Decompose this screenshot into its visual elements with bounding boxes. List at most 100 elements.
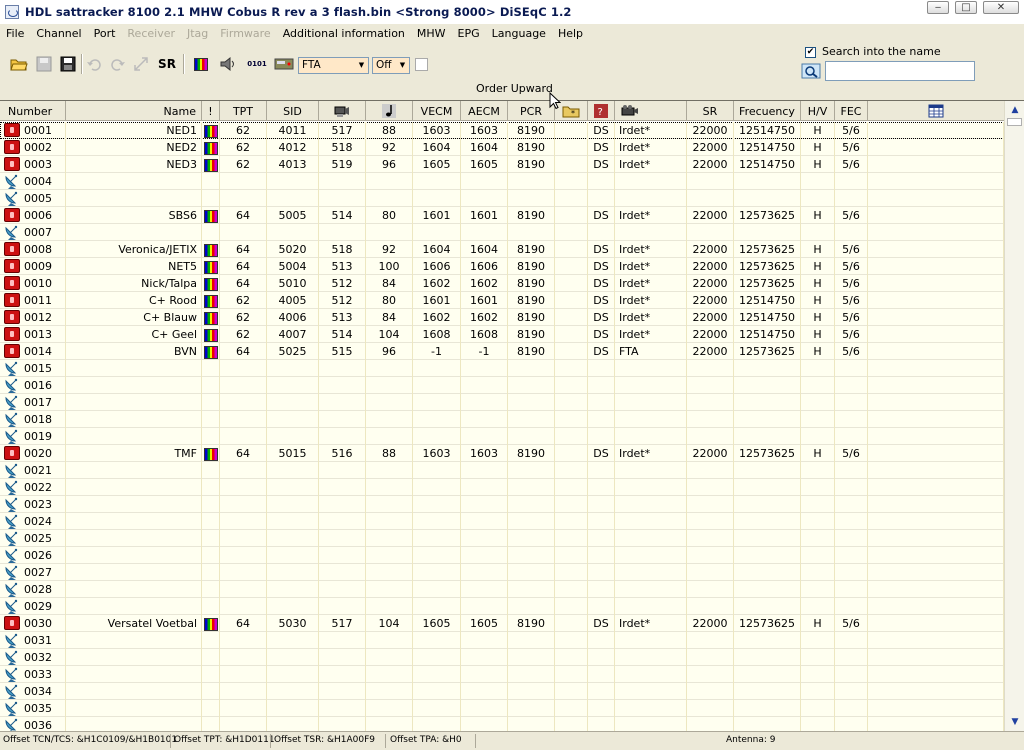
- table-row[interactable]: 0025: [0, 530, 1004, 547]
- column-header-extra[interactable]: [868, 101, 1004, 121]
- column-header-sid[interactable]: SID: [267, 101, 319, 121]
- off-select[interactable]: Off ▼: [372, 57, 410, 74]
- table-row[interactable]: 0020 TMF 64 5015 516 88 1603 1603 8190 DS Irdet* 22…: [0, 445, 1004, 462]
- table-row[interactable]: 0027: [0, 564, 1004, 581]
- table-row[interactable]: 0016: [0, 377, 1004, 394]
- column-header-audio[interactable]: [366, 101, 413, 121]
- channel-number: 0028: [0, 581, 66, 598]
- table-row[interactable]: 0002 NED2 62 4012 518 92 1604 1604 8190 DS Irdet* 2…: [0, 139, 1004, 156]
- column-header-sr[interactable]: SR: [687, 101, 734, 121]
- undo-button[interactable]: [83, 53, 105, 75]
- column-header-video[interactable]: [319, 101, 366, 121]
- menu-port[interactable]: Port: [88, 27, 122, 40]
- menu-firmware[interactable]: Firmware: [214, 27, 276, 40]
- close-button[interactable]: ✕: [983, 1, 1019, 14]
- table-row[interactable]: 0028: [0, 581, 1004, 598]
- table-row[interactable]: 0018: [0, 411, 1004, 428]
- column-header-flag[interactable]: !: [202, 101, 220, 121]
- column-header-number[interactable]: Number: [0, 101, 66, 121]
- table-row[interactable]: 0010 Nick/Talpa 64 5010 512 84 1602 1602 8190 DS I…: [0, 275, 1004, 292]
- scroll-thumb[interactable]: [1007, 118, 1022, 126]
- table-row[interactable]: 0017: [0, 394, 1004, 411]
- save-button[interactable]: [57, 53, 79, 75]
- search-button[interactable]: [800, 63, 822, 79]
- table-row[interactable]: 0015: [0, 360, 1004, 377]
- table-row[interactable]: 0022: [0, 479, 1004, 496]
- vertical-scrollbar[interactable]: ▲ ▼: [1004, 101, 1024, 732]
- search-input[interactable]: [825, 61, 975, 81]
- table-row[interactable]: 0007: [0, 224, 1004, 241]
- redo-button[interactable]: [107, 53, 129, 75]
- column-header-fec[interactable]: FEC: [835, 101, 868, 121]
- table-row[interactable]: 0011 C+ Rood 62 4005 512 80 1601 1601 8190 DS Irde…: [0, 292, 1004, 309]
- color-bars-icon: [203, 311, 218, 325]
- cell-hv: H: [801, 615, 835, 632]
- table-row[interactable]: 0014 BVN 64 5025 515 96 -1 -1 8190 DS FTA 22000 1257…: [0, 343, 1004, 360]
- table-row[interactable]: 0035: [0, 700, 1004, 717]
- table-row[interactable]: 0004: [0, 173, 1004, 190]
- menu-jtag[interactable]: Jtag: [181, 27, 214, 40]
- scroll-down-arrow-icon[interactable]: ▼: [1008, 715, 1022, 729]
- sr-button[interactable]: SR: [154, 53, 180, 75]
- table-row[interactable]: 0032: [0, 649, 1004, 666]
- column-header-tpt[interactable]: TPT: [220, 101, 267, 121]
- menu-language[interactable]: Language: [486, 27, 552, 40]
- table-row[interactable]: 0026: [0, 547, 1004, 564]
- channel-number: 0035: [0, 700, 66, 717]
- table-row[interactable]: 0024: [0, 513, 1004, 530]
- scroll-up-arrow-icon[interactable]: ▲: [1008, 103, 1022, 117]
- table-row[interactable]: 0009 NET5 64 5004 513 100 1606 1606 8190 DS Irdet*…: [0, 258, 1004, 275]
- table-row[interactable]: 0005: [0, 190, 1004, 207]
- column-header-pcr[interactable]: PCR: [508, 101, 555, 121]
- table-row[interactable]: 0036: [0, 717, 1004, 732]
- table-row[interactable]: 0006 SBS6 64 5005 514 80 1601 1601 8190 DS Irdet* 2…: [0, 207, 1004, 224]
- table-row[interactable]: 0019: [0, 428, 1004, 445]
- table-row[interactable]: 0029: [0, 598, 1004, 615]
- satellite-dish-icon: [4, 633, 20, 648]
- receiver-button[interactable]: [272, 53, 296, 75]
- cell-ds: [588, 428, 615, 445]
- menu-file[interactable]: File: [0, 27, 30, 40]
- table-row[interactable]: 0034: [0, 683, 1004, 700]
- cell-pcr: [508, 632, 555, 649]
- table-row[interactable]: 0030 Versatel Voetbal 64 5030 517 104 1605 1605…: [0, 615, 1004, 632]
- menu-channel[interactable]: Channel: [30, 27, 87, 40]
- table-row[interactable]: 0013 C+ Geel 62 4007 514 104 1608 1608 8190 DS Ird…: [0, 326, 1004, 343]
- column-header-aecm[interactable]: AECM: [461, 101, 508, 121]
- menu-mhw[interactable]: MHW: [411, 27, 452, 40]
- search-name-checkbox[interactable]: ✔: [805, 47, 816, 58]
- hex-button[interactable]: 0101: [244, 53, 270, 75]
- open-folder-button[interactable]: [8, 53, 30, 75]
- maximize-button[interactable]: □: [955, 1, 977, 14]
- column-header-vecm[interactable]: VECM: [413, 101, 461, 121]
- column-header-ca[interactable]: [615, 101, 687, 121]
- column-header-polarity[interactable]: H/V: [801, 101, 835, 121]
- table-row[interactable]: 0003 NED3 62 4013 519 96 1605 1605 8190 DS Irdet* 2…: [0, 156, 1004, 173]
- table-row[interactable]: 0031: [0, 632, 1004, 649]
- table-row[interactable]: 0023: [0, 496, 1004, 513]
- toolbar-checkbox[interactable]: [415, 58, 428, 71]
- menu-help[interactable]: Help: [552, 27, 589, 40]
- table-row[interactable]: 0012 C+ Blauw 62 4006 513 84 1602 1602 8190 DS Ird…: [0, 309, 1004, 326]
- resize-button[interactable]: [130, 53, 152, 75]
- table-row[interactable]: 0008 Veronica/JETIX 64 5020 518 92 1604 1604 819…: [0, 241, 1004, 258]
- cell-hv: H: [801, 326, 835, 343]
- table-row[interactable]: 0033: [0, 666, 1004, 683]
- save-disabled-button[interactable]: [33, 53, 55, 75]
- cell-name: [66, 377, 202, 394]
- minimize-button[interactable]: ‒: [927, 1, 949, 14]
- menu-additional-information[interactable]: Additional information: [277, 27, 411, 40]
- sound-button[interactable]: [217, 53, 239, 75]
- cell-aecm: 1602: [461, 309, 508, 326]
- channel-number: 0009: [0, 258, 66, 275]
- tv-bars-button[interactable]: [190, 53, 212, 75]
- menu-epg[interactable]: EPG: [452, 27, 486, 40]
- table-row[interactable]: 0021: [0, 462, 1004, 479]
- column-header-name[interactable]: Name: [66, 101, 202, 121]
- column-header-frequency[interactable]: Frecuency: [734, 101, 801, 121]
- cell-v: [319, 530, 366, 547]
- column-header-help[interactable]: ?: [588, 101, 615, 121]
- fta-filter-select[interactable]: FTA ▼: [298, 57, 369, 74]
- table-row[interactable]: 0001 NED1 62 4011 517 88 1603 1603 8190 DS Irdet* 2…: [0, 122, 1004, 139]
- menu-receiver[interactable]: Receiver: [121, 27, 181, 40]
